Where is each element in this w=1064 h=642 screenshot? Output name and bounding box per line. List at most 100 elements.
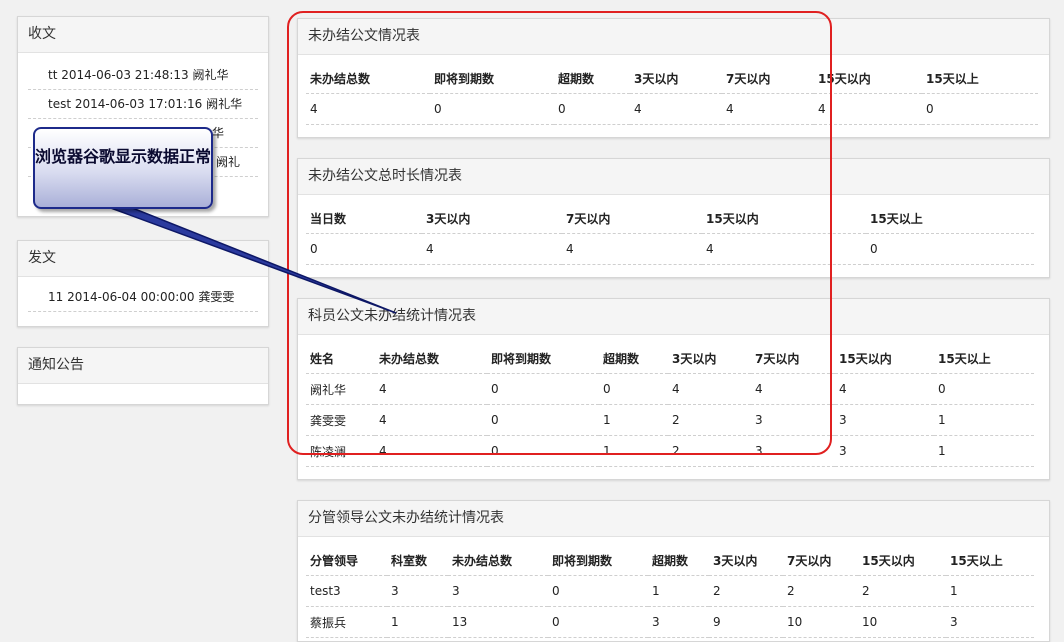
outbox-panel: 发文 11 2014-06-04 00:00:00 龚雯雯 <box>17 240 269 327</box>
outbox-list: 11 2014-06-04 00:00:00 龚雯雯 <box>18 277 268 316</box>
column-header: 3天以内 <box>709 545 783 576</box>
inbox-title: 收文 <box>18 17 268 53</box>
table-cell: 4 <box>668 373 751 405</box>
column-header: 超期数 <box>599 343 668 374</box>
callout-bubble: 浏览器谷歌显示数据正常 <box>33 127 213 209</box>
table-cell: 4 <box>630 93 722 125</box>
table-header-row: 未办结总数 即将到期数 超期数 3天以内 7天以内 15天以内 15天以上 <box>306 63 1038 94</box>
table-cell: 4 <box>562 233 702 265</box>
leader-name: 蔡振兵 <box>306 606 387 638</box>
table-cell: 10 <box>858 606 946 638</box>
table-cell: 0 <box>487 373 599 405</box>
undone-panel: 未办结公文情况表 未办结总数 即将到期数 超期数 3天以内 7天以内 15天以内… <box>297 18 1050 138</box>
staff-title: 科员公文未办结统计情况表 <box>298 299 1049 335</box>
table-cell: 1 <box>946 575 1034 607</box>
table-cell: 4 <box>375 435 487 467</box>
column-header: 姓名 <box>306 343 375 374</box>
table-cell: 0 <box>934 373 1034 405</box>
table-cell: 3 <box>946 606 1034 638</box>
table-cell: 0 <box>922 93 1038 125</box>
column-header: 15天以内 <box>858 545 946 576</box>
table-row: 陈凌澜 4 0 1 2 3 3 1 <box>306 435 1034 467</box>
table-row: 蔡振兵 1 13 0 3 9 10 10 3 <box>306 606 1034 638</box>
table-cell: 13 <box>448 606 548 638</box>
column-header: 7天以内 <box>783 545 858 576</box>
table-cell: 4 <box>375 373 487 405</box>
table-cell: 0 <box>430 93 554 125</box>
undone-table: 未办结总数 即将到期数 超期数 3天以内 7天以内 15天以内 15天以上 4 … <box>306 63 1038 125</box>
column-header: 未办结总数 <box>448 545 548 576</box>
table-cell: 0 <box>487 404 599 436</box>
table-row: 龚雯雯 4 0 1 2 3 3 1 <box>306 404 1034 436</box>
leader-name: test3 <box>306 575 387 607</box>
staff-panel: 科员公文未办结统计情况表 姓名 未办结总数 即将到期数 超期数 3天以内 7天以… <box>297 298 1050 480</box>
staff-name: 陈凌澜 <box>306 435 375 467</box>
table-cell: 4 <box>422 233 562 265</box>
table-cell: 0 <box>866 233 1034 265</box>
table-cell: 0 <box>548 606 648 638</box>
staff-name: 龚雯雯 <box>306 404 375 436</box>
column-header: 超期数 <box>648 545 709 576</box>
undone-title: 未办结公文情况表 <box>298 19 1049 55</box>
table-cell: 2 <box>783 575 858 607</box>
table-row: test3 3 3 0 1 2 2 2 1 <box>306 575 1034 607</box>
table-cell: 2 <box>668 404 751 436</box>
table-cell: 3 <box>648 606 709 638</box>
notice-title: 通知公告 <box>18 348 268 384</box>
table-cell: 4 <box>751 373 835 405</box>
staff-table: 姓名 未办结总数 即将到期数 超期数 3天以内 7天以内 15天以内 15天以上… <box>306 343 1034 467</box>
table-cell: 3 <box>751 435 835 467</box>
column-header: 3天以内 <box>668 343 751 374</box>
column-header: 超期数 <box>554 63 630 94</box>
table-cell: 4 <box>306 93 430 125</box>
table-cell: 4 <box>702 233 866 265</box>
column-header: 即将到期数 <box>487 343 599 374</box>
inbox-item[interactable]: tt 2014-06-03 21:48:13 阙礼华 <box>28 61 258 90</box>
table-cell: 0 <box>487 435 599 467</box>
column-header: 15天以上 <box>866 203 1034 234</box>
column-header: 3天以内 <box>422 203 562 234</box>
column-header: 15天以上 <box>922 63 1038 94</box>
table-header-row: 当日数 3天以内 7天以内 15天以内 15天以上 <box>306 203 1034 234</box>
duration-table: 当日数 3天以内 7天以内 15天以内 15天以上 0 4 4 4 0 <box>306 203 1034 265</box>
table-cell: 1 <box>648 575 709 607</box>
table-cell: 1 <box>934 404 1034 436</box>
column-header: 科室数 <box>387 545 448 576</box>
duration-panel: 未办结公文总时长情况表 当日数 3天以内 7天以内 15天以内 15天以上 0 … <box>297 158 1050 278</box>
column-header: 即将到期数 <box>430 63 554 94</box>
column-header: 7天以内 <box>722 63 814 94</box>
column-header: 15天以内 <box>835 343 934 374</box>
inbox-item[interactable]: test 2014-06-03 17:01:16 阙礼华 <box>28 90 258 119</box>
table-row: 阙礼华 4 0 0 4 4 4 0 <box>306 373 1034 405</box>
column-header: 3天以内 <box>630 63 722 94</box>
table-cell: 10 <box>783 606 858 638</box>
table-cell: 3 <box>835 404 934 436</box>
table-cell: 4 <box>375 404 487 436</box>
leader-panel: 分管领导公文未办结统计情况表 分管领导 科室数 未办结总数 即将到期数 超期数 … <box>297 500 1050 642</box>
table-row: 0 4 4 4 0 <box>306 233 1034 265</box>
column-header: 15天以内 <box>702 203 866 234</box>
table-header-row: 分管领导 科室数 未办结总数 即将到期数 超期数 3天以内 7天以内 15天以内… <box>306 545 1034 576</box>
table-cell: 3 <box>387 575 448 607</box>
column-header: 15天以上 <box>946 545 1034 576</box>
outbox-item[interactable]: 11 2014-06-04 00:00:00 龚雯雯 <box>28 283 258 312</box>
table-cell: 1 <box>599 435 668 467</box>
column-header: 未办结总数 <box>306 63 430 94</box>
table-cell: 3 <box>751 404 835 436</box>
table-cell: 3 <box>448 575 548 607</box>
table-cell: 0 <box>306 233 422 265</box>
table-cell: 4 <box>835 373 934 405</box>
table-cell: 1 <box>934 435 1034 467</box>
leader-title: 分管领导公文未办结统计情况表 <box>298 501 1049 537</box>
column-header: 7天以内 <box>562 203 702 234</box>
outbox-title: 发文 <box>18 241 268 277</box>
column-header: 15天以上 <box>934 343 1034 374</box>
staff-name: 阙礼华 <box>306 373 375 405</box>
table-cell: 0 <box>548 575 648 607</box>
table-row: 4 0 0 4 4 4 0 <box>306 93 1038 125</box>
column-header: 15天以内 <box>814 63 922 94</box>
column-header: 即将到期数 <box>548 545 648 576</box>
notice-panel: 通知公告 <box>17 347 269 405</box>
column-header: 未办结总数 <box>375 343 487 374</box>
table-cell: 4 <box>722 93 814 125</box>
